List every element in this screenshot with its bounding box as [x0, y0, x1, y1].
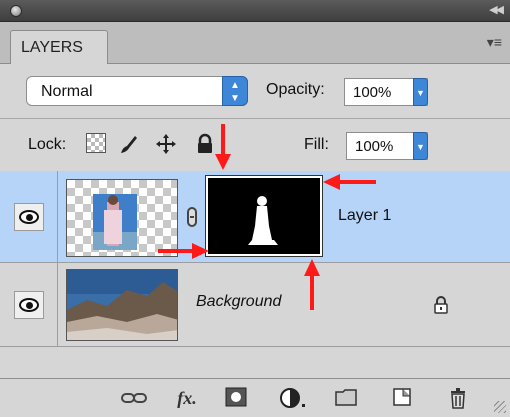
opacity-dropdown-icon[interactable]: ▼: [413, 78, 428, 106]
opacity-label: Opacity:: [266, 81, 325, 98]
lock-label: Lock:: [28, 136, 67, 153]
opacity-value: 100%: [353, 84, 392, 101]
lock-transparent-pixels-icon[interactable]: [86, 133, 106, 153]
blend-mode-arrows-icon[interactable]: ▲ ▼: [222, 76, 248, 106]
panel-menu-icon[interactable]: ▾≡: [487, 34, 502, 51]
new-group-icon[interactable]: [334, 387, 358, 409]
layers-footer-toolbar: fx.: [0, 378, 510, 417]
visibility-cell: [0, 263, 58, 346]
annotation-arrow-up-icon: [304, 259, 320, 310]
layer-mask-thumbnail[interactable]: [205, 175, 323, 257]
lock-image-pixels-brush-icon[interactable]: [118, 133, 140, 155]
visibility-toggle[interactable]: [14, 291, 44, 319]
lock-all-icon[interactable]: [194, 133, 216, 155]
fill-label: Fill:: [304, 136, 329, 153]
annotation-arrow-right-icon: [158, 243, 209, 259]
layer-row-layer-1[interactable]: Layer 1: [0, 171, 510, 263]
layer-row-background[interactable]: Background: [0, 263, 510, 347]
close-button[interactable]: [10, 5, 22, 17]
mask-link-icon[interactable]: [187, 207, 197, 227]
link-layers-icon[interactable]: [120, 387, 148, 409]
layer-lock-icon: [432, 296, 450, 314]
visibility-cell: [0, 171, 58, 262]
blend-mode-select[interactable]: Normal ▲ ▼: [26, 76, 248, 106]
blend-opacity-row: Normal ▲ ▼ Opacity: 100% ▼: [0, 64, 510, 118]
opacity-field[interactable]: 100% ▼: [344, 78, 428, 106]
layer-name[interactable]: Background: [196, 293, 281, 311]
annotation-arrow-down-icon: [215, 124, 231, 170]
new-layer-icon[interactable]: [390, 387, 414, 409]
fill-dropdown-icon[interactable]: ▼: [413, 132, 428, 160]
add-mask-icon[interactable]: [224, 387, 248, 409]
eye-icon: [19, 298, 39, 312]
lock-fill-row: Lock: Fill: 100% ▼: [0, 119, 510, 171]
panel-titlebar: ◀◀: [0, 0, 510, 22]
fill-value: 100%: [355, 138, 394, 155]
adjustment-layer-icon[interactable]: [278, 387, 308, 409]
collapse-panel-icon[interactable]: ◀◀: [489, 3, 504, 16]
layer-style-fx-icon[interactable]: fx.: [172, 387, 202, 409]
resize-grip-icon[interactable]: [494, 401, 506, 413]
lock-position-move-icon[interactable]: [155, 133, 177, 155]
layers-list: Layer 1 Background: [0, 171, 510, 377]
eye-icon: [19, 210, 39, 224]
layer-name[interactable]: Layer 1: [338, 207, 391, 225]
layer-thumbnail[interactable]: [66, 269, 178, 341]
visibility-toggle[interactable]: [14, 203, 44, 231]
fill-field[interactable]: 100% ▼: [346, 132, 428, 160]
blend-mode-value: Normal: [41, 83, 93, 100]
annotation-arrow-left-icon: [323, 174, 376, 190]
delete-layer-icon[interactable]: [446, 387, 470, 409]
panel-tab-strip: LAYERS ▾≡: [0, 22, 510, 64]
tab-layers[interactable]: LAYERS: [10, 30, 108, 64]
